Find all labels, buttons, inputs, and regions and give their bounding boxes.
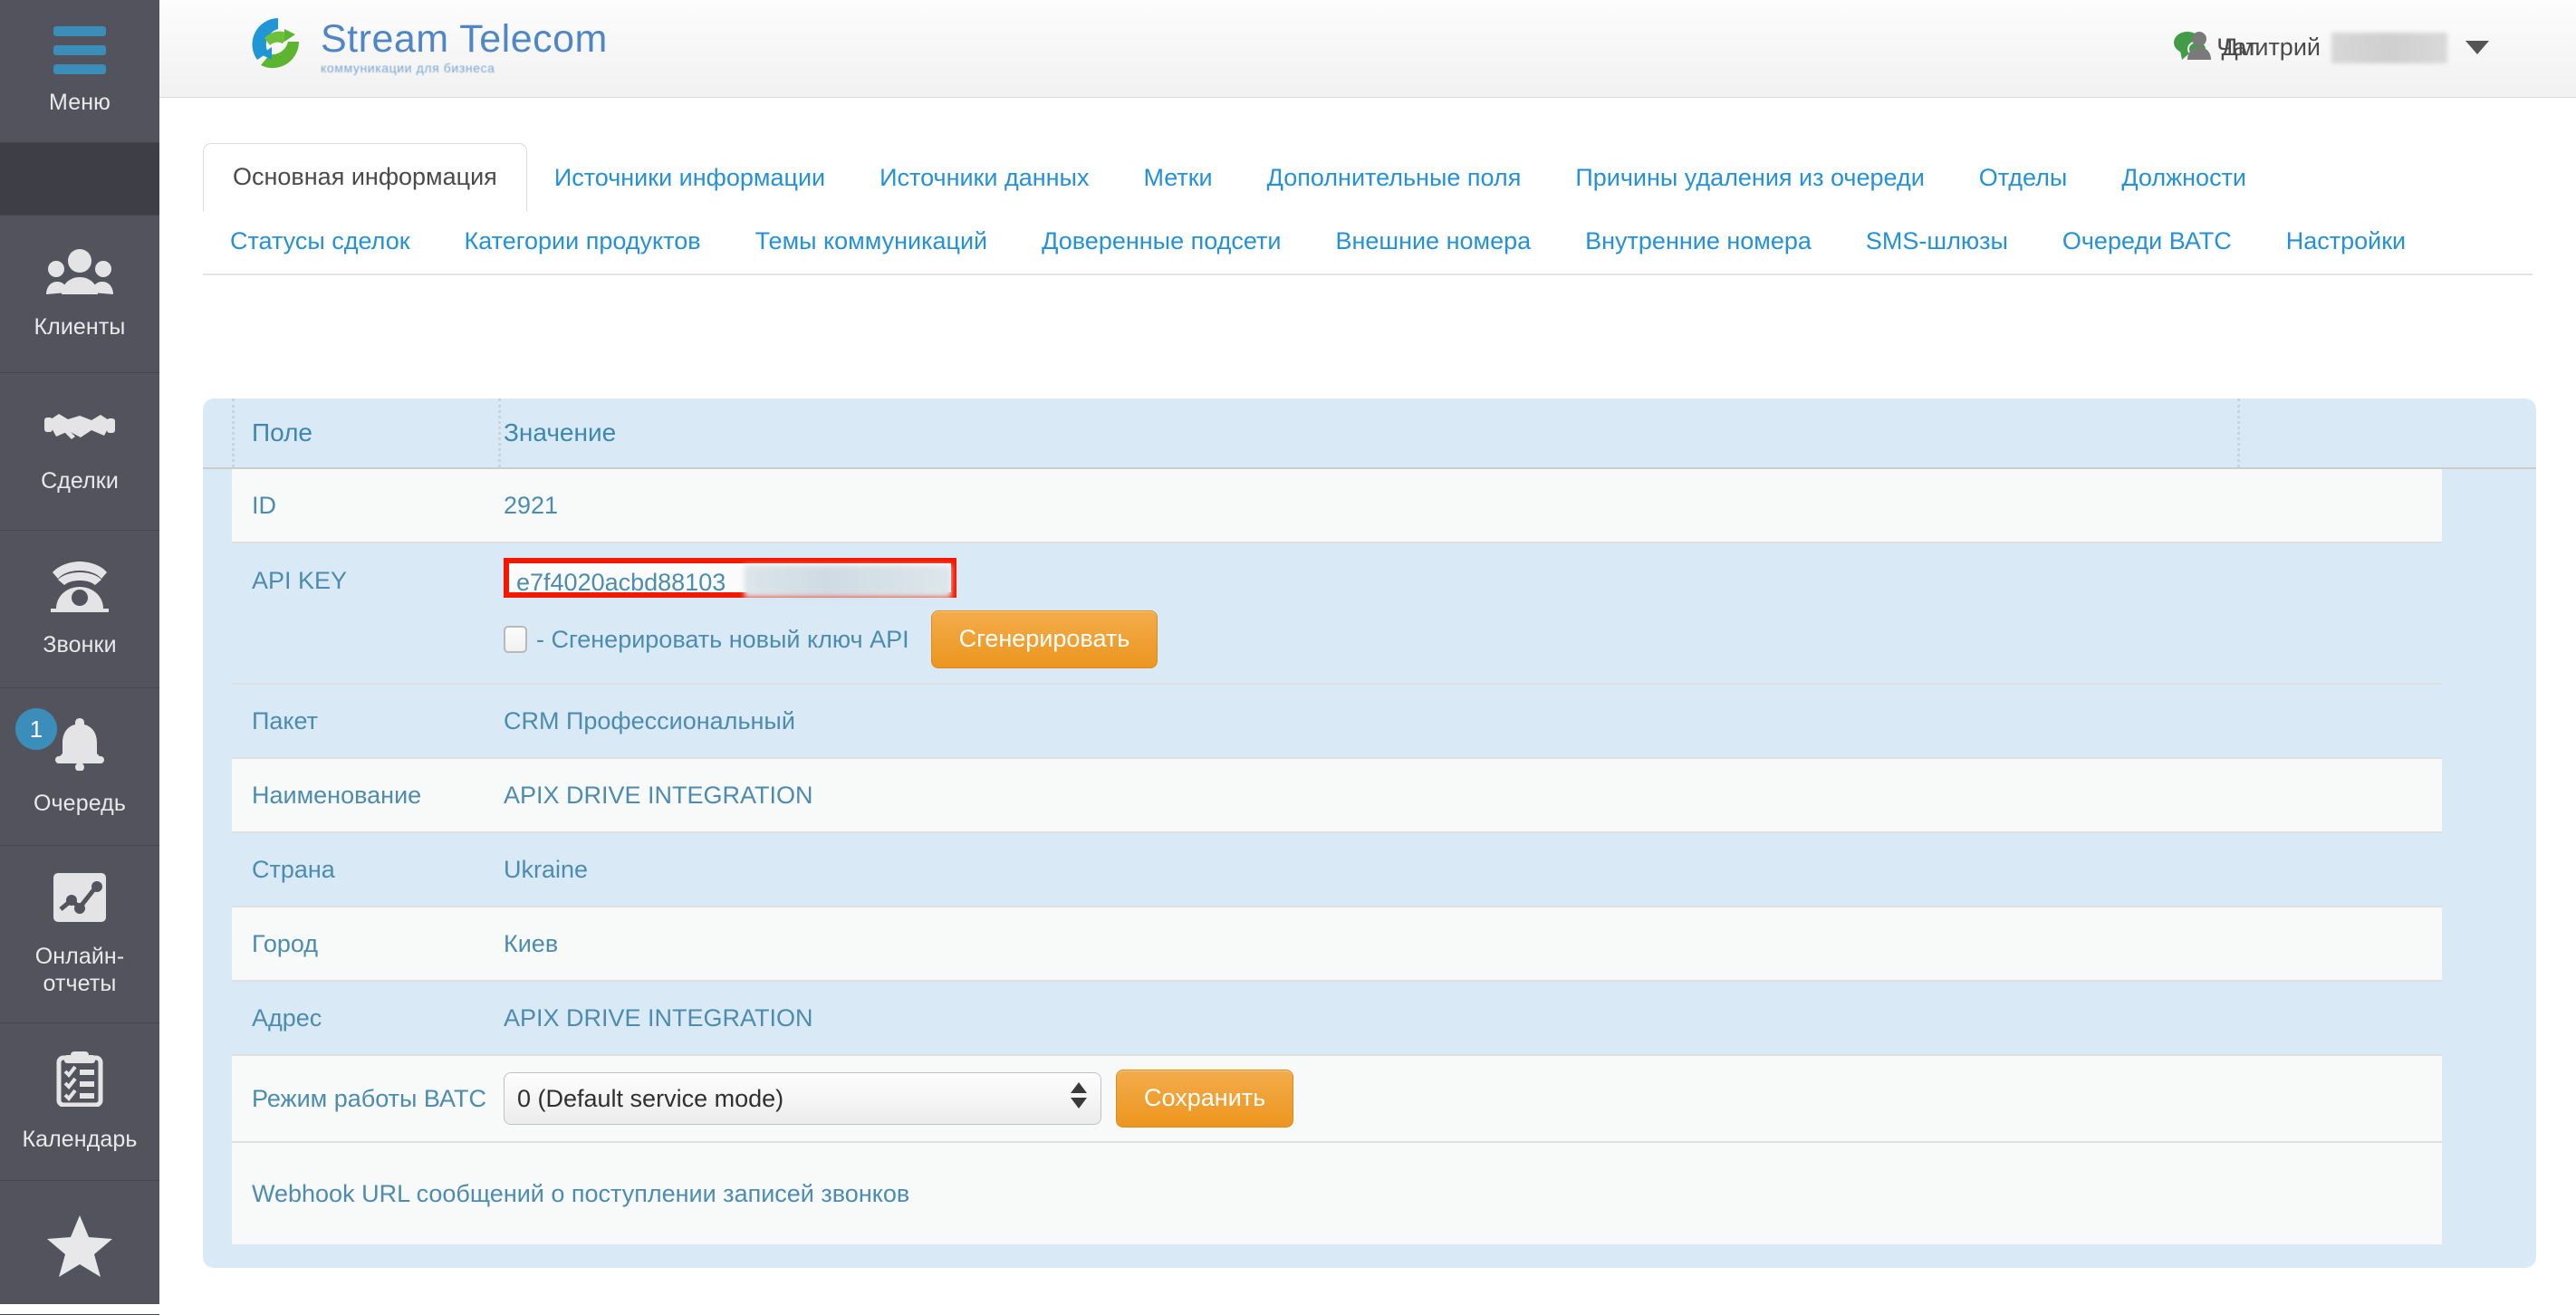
sidebar-item-label: Меню xyxy=(49,90,111,115)
row-value: Киев xyxy=(504,930,559,957)
hamburger-icon xyxy=(53,26,106,74)
sidebar-item-label: Клиенты xyxy=(34,314,126,340)
sidebar-item-calendar[interactable]: Календарь xyxy=(0,1023,159,1181)
api-key-value: e7f4020acbd88103 xyxy=(516,569,726,596)
sidebar-item-menu[interactable]: Меню xyxy=(0,0,159,143)
row-label: Webhook URL сообщений о поступлении запи… xyxy=(252,1180,910,1207)
row-label: ID xyxy=(252,492,276,519)
column-divider xyxy=(232,398,235,467)
generate-button[interactable]: Сгенерировать xyxy=(930,610,1158,668)
table-row-api-key: API KEY e7f4020acbd88103 - Сгенерировать… xyxy=(232,543,2442,685)
person-icon xyxy=(2187,31,2211,64)
tab-departments[interactable]: Отделы xyxy=(1952,147,2095,210)
chevron-down-icon[interactable] xyxy=(2465,41,2489,54)
bell-icon xyxy=(52,716,108,775)
row-label: Страна xyxy=(252,856,335,883)
sidebar-item-label: Онлайн-отчеты xyxy=(34,944,125,996)
tab-additional-fields[interactable]: Дополнительные поля xyxy=(1240,147,1549,210)
tab-internal-numbers[interactable]: Внутренние номера xyxy=(1558,210,1839,274)
user-name: Дмитрий xyxy=(2221,34,2321,61)
row-label: Пакет xyxy=(252,707,319,734)
sidebar-item-favorites[interactable] xyxy=(0,1181,159,1315)
sidebar-active-highlight xyxy=(0,143,159,216)
handshake-icon xyxy=(44,408,115,453)
table-row-id: ID 2921 xyxy=(232,469,2442,543)
vats-mode-select[interactable]: 0 (Default service mode) xyxy=(504,1072,1101,1125)
row-label: Адрес xyxy=(252,1004,322,1032)
chart-image-icon xyxy=(52,871,108,928)
column-header-value: Значение xyxy=(504,418,617,446)
table-row-package: Пакет CRM Профессиональный xyxy=(232,685,2442,759)
row-value: APIX DRIVE INTEGRATION xyxy=(504,1004,813,1032)
sidebar-item-label: Календарь xyxy=(22,1127,138,1152)
tab-vats-queues[interactable]: Очереди ВАТС xyxy=(2035,210,2259,274)
tab-information-sources[interactable]: Источники информации xyxy=(527,147,852,210)
row-value: 0 (Default service mode) Сохранить xyxy=(498,1070,2442,1128)
sidebar-item-online-reports[interactable]: Онлайн-отчеты xyxy=(0,846,159,1023)
top-header: Stream Telecom коммуникации для бизнеса … xyxy=(159,0,2576,98)
tab-communication-topics[interactable]: Темы коммуникаций xyxy=(728,210,1015,274)
row-value: e7f4020acbd88103 - Сгенерировать новый к… xyxy=(498,543,2442,683)
tab-queue-removal-reasons[interactable]: Причины удаления из очереди xyxy=(1548,147,1951,210)
row-label: Режим работы ВАТС xyxy=(252,1085,486,1112)
tab-labels[interactable]: Метки xyxy=(1116,147,1239,210)
tab-settings[interactable]: Настройки xyxy=(2259,210,2433,274)
tab-main-info[interactable]: Основная информация xyxy=(203,143,527,212)
table-row-vats-mode: Режим работы ВАТС 0 (Default service mod… xyxy=(232,1056,2442,1143)
brand-logo[interactable]: Stream Telecom коммуникации для бизнеса xyxy=(248,14,608,79)
stream-telecom-logo-icon xyxy=(248,14,308,79)
tab-external-numbers[interactable]: Внешние номера xyxy=(1308,210,1558,274)
clipboard-check-icon xyxy=(53,1051,107,1111)
generate-new-key-checkbox[interactable] xyxy=(504,626,527,653)
users-icon xyxy=(46,247,113,299)
sidebar-item-clients[interactable]: Клиенты xyxy=(0,216,159,373)
sidebar-item-calls[interactable]: Звонки xyxy=(0,531,159,688)
table-header-row: Поле Значение xyxy=(203,398,2536,469)
telephone-icon xyxy=(47,560,112,617)
table-row-city: Город Киев xyxy=(232,907,2442,982)
tab-deal-statuses[interactable]: Статусы сделок xyxy=(203,210,437,274)
tab-positions[interactable]: Должности xyxy=(2094,147,2273,210)
row-value: 2921 xyxy=(504,492,559,519)
table-row-webhook-url: Webhook URL сообщений о поступлении запи… xyxy=(232,1143,2442,1244)
row-label: API KEY xyxy=(252,567,348,594)
generate-key-controls: - Сгенерировать новый ключ API Сгенериро… xyxy=(504,610,2442,668)
sidebar-item-label: Сделки xyxy=(41,468,119,494)
brand-name: Stream Telecom xyxy=(321,16,608,61)
save-button[interactable]: Сохранить xyxy=(1116,1070,1294,1128)
user-surname-redacted xyxy=(2331,32,2447,63)
main-info-panel: Поле Значение ID 2921 API KEY e7f4020acb… xyxy=(203,398,2536,1268)
column-header-field: Поле xyxy=(252,418,312,446)
api-key-annotation-box: e7f4020acbd88103 xyxy=(504,558,956,598)
table-row-address: Адрес APIX DRIVE INTEGRATION xyxy=(232,982,2442,1056)
status-badge: 1 xyxy=(15,708,57,750)
generate-new-key-label: - Сгенерировать новый ключ API xyxy=(536,626,909,653)
tab-sms-gateways[interactable]: SMS-шлюзы xyxy=(1839,210,2035,274)
brand-tagline: коммуникации для бизнеса xyxy=(321,60,495,75)
star-icon xyxy=(46,1214,113,1281)
row-value: Ukraine xyxy=(504,856,589,883)
table-row-name: Наименование APIX DRIVE INTEGRATION xyxy=(232,759,2442,833)
table-row-country: Страна Ukraine xyxy=(232,833,2442,907)
tab-trusted-subnets[interactable]: Доверенные подсети xyxy=(1014,210,1308,274)
row-value: APIX DRIVE INTEGRATION xyxy=(504,782,813,809)
row-label: Город xyxy=(252,930,319,957)
tabs-area: Основная информация Источники информации… xyxy=(159,98,2576,275)
sidebar-item-queue[interactable]: 1 Очередь xyxy=(0,688,159,846)
sidebar-item-label: Звонки xyxy=(43,632,117,658)
sidebar: Меню Клиенты Сделки Звонки 1 Очередь Онл… xyxy=(0,0,159,1315)
user-menu[interactable]: Дмитрий xyxy=(2187,31,2489,64)
row-label: Наименование xyxy=(252,782,422,809)
api-key-redacted-mask xyxy=(745,565,951,598)
tab-product-categories[interactable]: Категории продуктов xyxy=(437,210,728,274)
row-value: CRM Профессиональный xyxy=(504,707,795,734)
tab-bar: Основная информация Источники информации… xyxy=(203,143,2533,275)
sidebar-item-label: Очередь xyxy=(34,791,126,816)
tab-data-sources[interactable]: Источники данных xyxy=(852,147,1116,210)
sidebar-item-deals[interactable]: Сделки xyxy=(0,373,159,531)
